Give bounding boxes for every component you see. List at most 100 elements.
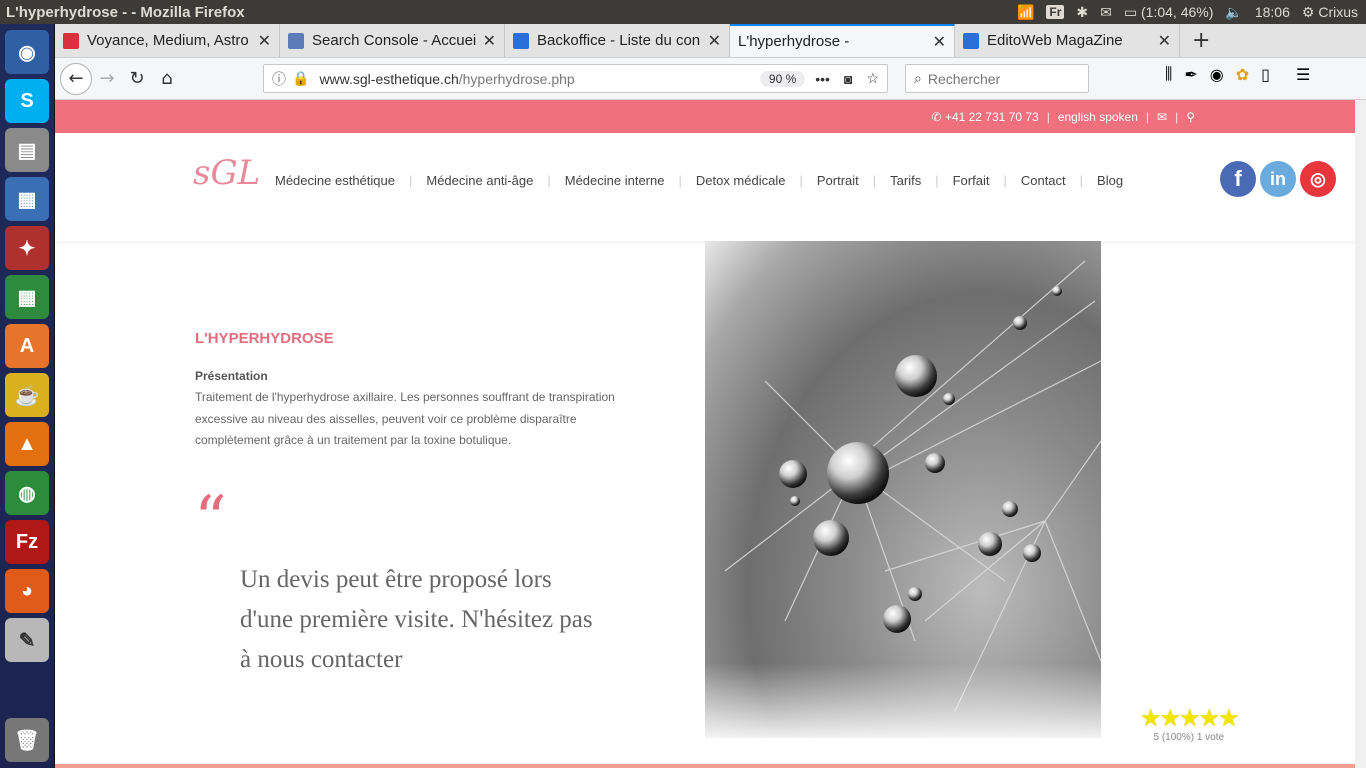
page-scrollbar[interactable] <box>1355 100 1366 768</box>
settings-icon[interactable]: ✦ <box>5 226 49 270</box>
new-tab-button[interactable]: + <box>1180 24 1222 57</box>
zoom-indicator[interactable]: 90 % <box>759 70 806 87</box>
tab-favicon-icon <box>513 32 529 49</box>
insecure-lock-icon[interactable]: 🔒 <box>292 70 309 87</box>
facebook-icon[interactable]: f <box>1220 161 1256 197</box>
ubuntu-dash-icon[interactable]: ◉ <box>5 30 49 74</box>
instagram-icon[interactable]: ◎ <box>1300 161 1336 197</box>
menu-item-detox[interactable]: Detox médicale <box>696 173 786 188</box>
footer-divider <box>55 764 1355 768</box>
system-top-bar: L'hyperhydrose - - Mozilla Firefox 📶 Fr … <box>0 0 1366 24</box>
vlc-icon[interactable]: ▲ <box>5 422 49 466</box>
quote-text: Un devis peut être proposé lors d'une pr… <box>240 566 593 673</box>
tab-backoffice[interactable]: Backoffice - Liste du con ✕ <box>505 24 730 57</box>
url-bar[interactable]: ⓘ 🔒 www.sgl-esthetique.ch/hyperhydrose.p… <box>263 64 888 93</box>
menu-item-contact[interactable]: Contact <box>1021 173 1066 188</box>
firefox-icon[interactable]: ◕ <box>5 569 49 613</box>
keyboard-indicator[interactable]: Fr <box>1046 5 1065 19</box>
files-icon[interactable]: ▤ <box>5 128 49 172</box>
tab-editoweb[interactable]: EditoWeb MagaZine ✕ <box>955 24 1180 57</box>
info-icon[interactable]: ⓘ <box>272 69 286 89</box>
mail-icon[interactable]: ✉ <box>1100 4 1112 21</box>
teapot-icon[interactable]: ☕ <box>5 373 49 417</box>
skype-icon[interactable]: S <box>5 79 49 123</box>
menu-item-medecine-interne[interactable]: Médecine interne <box>565 173 665 188</box>
tab-label: Search Console - Accueil <box>312 32 477 49</box>
tab-label: EditoWeb MagaZine <box>987 32 1123 49</box>
close-icon[interactable]: ✕ <box>708 31 721 51</box>
menu-item-forfait[interactable]: Forfait <box>953 173 990 188</box>
arrow-right-icon: → <box>99 68 115 89</box>
envelope-icon[interactable]: ✉ <box>1157 110 1167 124</box>
reload-button[interactable]: ↻ <box>122 64 152 94</box>
library-icon[interactable]: ⫼ <box>1165 64 1172 84</box>
wifi-icon[interactable]: 📶 <box>1017 4 1034 21</box>
user-menu[interactable]: ⚙ Crixus <box>1302 4 1358 21</box>
extension-2-icon[interactable]: ✿ <box>1236 65 1249 84</box>
site-logo[interactable]: sGL <box>193 153 260 193</box>
url-path: /hyperhydrose.php <box>458 70 575 87</box>
bluetooth-icon[interactable]: ✱ <box>1076 4 1088 21</box>
tab-favicon-icon <box>63 32 79 49</box>
english-spoken-link[interactable]: english spoken <box>1058 110 1138 124</box>
close-icon[interactable]: ✕ <box>1158 31 1171 51</box>
site-header: sGL Médecine esthétique | Médecine anti-â… <box>55 133 1355 241</box>
battery-indicator[interactable]: ▭ (1:04, 46%) <box>1124 4 1214 21</box>
phone-icon: ✆ <box>931 109 942 124</box>
close-icon[interactable]: ✕ <box>933 32 946 52</box>
calc-icon[interactable]: ▦ <box>5 275 49 319</box>
extension-icon[interactable]: ◉ <box>1210 65 1224 84</box>
rating-text: 5 (100%) 1 vote <box>1153 732 1225 743</box>
home-icon: ⌂ <box>161 68 173 89</box>
page-actions-icon[interactable]: ••• <box>815 71 830 87</box>
map-pin-icon[interactable]: ⚲ <box>1186 110 1195 124</box>
search-input[interactable]: ⌕ Rechercher <box>905 64 1089 93</box>
rating-stars[interactable]: ★★★★★ <box>1140 704 1240 732</box>
battery-text: (1:04, 46%) <box>1141 3 1214 20</box>
phone-link[interactable]: ✆ +41 22 731 70 73 <box>932 110 1039 124</box>
url-domain: www.sgl-esthetique.ch <box>319 70 459 87</box>
tab-voyance[interactable]: Voyance, Medium, Astro ✕ <box>55 24 280 57</box>
tab-hyperhydrose[interactable]: L'hyperhydrose - ✕ <box>730 24 955 57</box>
software-center-icon[interactable]: A <box>5 324 49 368</box>
phone-number: +41 22 731 70 73 <box>944 109 1039 124</box>
writer-icon[interactable]: ▦ <box>5 177 49 221</box>
home-button[interactable]: ⌂ <box>152 64 182 94</box>
unity-launcher: ◉ S ▤ ▦ ✦ ▦ A ☕ ▲ ◍ Fz ◕ ✎ 🗑 <box>0 24 55 768</box>
social-links: f in ◎ <box>1220 161 1336 197</box>
text-editor-icon[interactable]: ✎ <box>5 618 49 662</box>
close-icon[interactable]: ✕ <box>483 31 496 51</box>
dandelion-drops-image <box>705 241 1101 738</box>
dandelion-photo <box>705 241 1101 738</box>
globe-icon[interactable]: ◍ <box>5 471 49 515</box>
tab-label: L'hyperhydrose - <box>738 33 850 50</box>
menu-item-medecine-esthetique[interactable]: Médecine esthétique <box>275 173 395 188</box>
presentation-title: Présentation <box>195 369 268 383</box>
menu-item-tarifs[interactable]: Tarifs <box>890 173 921 188</box>
menu-icon[interactable]: ☰ <box>1296 65 1310 84</box>
close-icon[interactable]: ✕ <box>258 31 271 51</box>
reload-icon: ↻ <box>129 68 145 89</box>
filezilla-icon[interactable]: Fz <box>5 520 49 564</box>
arrow-left-icon: ← <box>68 68 84 89</box>
menu-item-portrait[interactable]: Portrait <box>817 173 859 188</box>
eyedropper-icon[interactable]: ✒ <box>1184 65 1197 84</box>
tab-strip: Voyance, Medium, Astro ✕ Search Console … <box>55 24 1366 58</box>
bookmark-star-icon[interactable]: ☆ <box>866 70 879 87</box>
menu-item-blog[interactable]: Blog <box>1097 173 1123 188</box>
volume-icon[interactable]: 🔈 <box>1225 4 1242 21</box>
toolbar-icons: ⫼ ✒ ◉ ✿ ▯ ☰ <box>1165 64 1310 84</box>
forward-button[interactable]: → <box>92 64 122 94</box>
battery-icon: ▭ <box>1123 3 1138 20</box>
clock[interactable]: 18:06 <box>1255 4 1290 20</box>
linkedin-icon[interactable]: in <box>1260 161 1296 197</box>
trash-icon[interactable]: 🗑 <box>5 718 49 762</box>
web-page: ✆ +41 22 731 70 73 | english spoken | ✉ … <box>55 100 1355 768</box>
back-button[interactable]: ← <box>60 62 92 95</box>
pocket-icon[interactable]: ◙ <box>844 71 852 87</box>
menu-item-medecine-anti-age[interactable]: Médecine anti-âge <box>426 173 533 188</box>
tab-search-console[interactable]: Search Console - Accueil ✕ <box>280 24 505 57</box>
search-placeholder: Rechercher <box>927 70 1001 87</box>
sidebar-icon[interactable]: ▯ <box>1261 65 1270 84</box>
plus-icon: + <box>1192 28 1211 53</box>
